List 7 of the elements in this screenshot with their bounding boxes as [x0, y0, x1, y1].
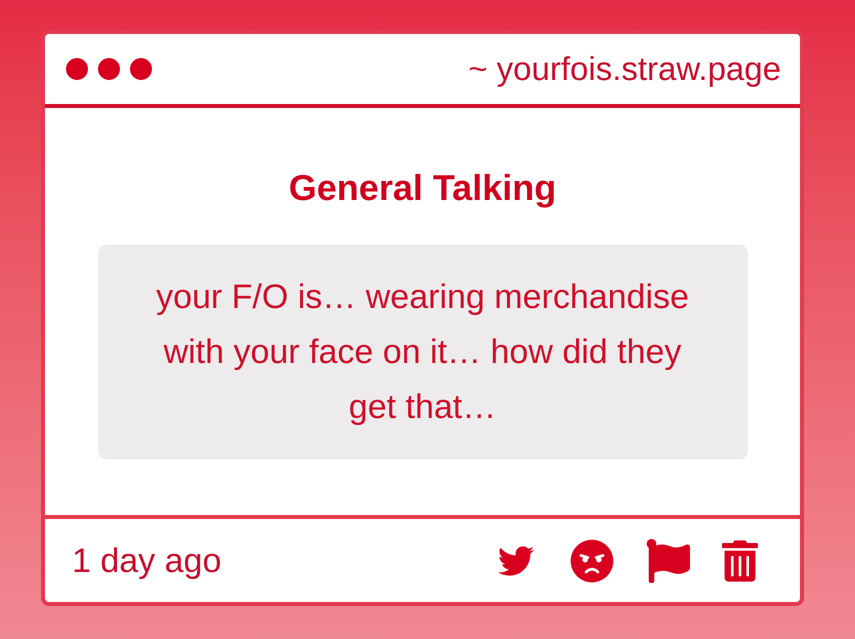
angry-face-icon[interactable] — [570, 538, 614, 582]
message-text: your F/O is… wearing merchandise with your face on it… how did they get that… — [155, 276, 690, 428]
post-time: 1 day ago — [72, 540, 222, 580]
trash-icon[interactable] — [722, 540, 758, 582]
post-title: General Talking — [288, 166, 556, 210]
flag-icon[interactable] — [646, 538, 690, 582]
page-url: ~ yourfois.straw.page — [468, 49, 781, 89]
